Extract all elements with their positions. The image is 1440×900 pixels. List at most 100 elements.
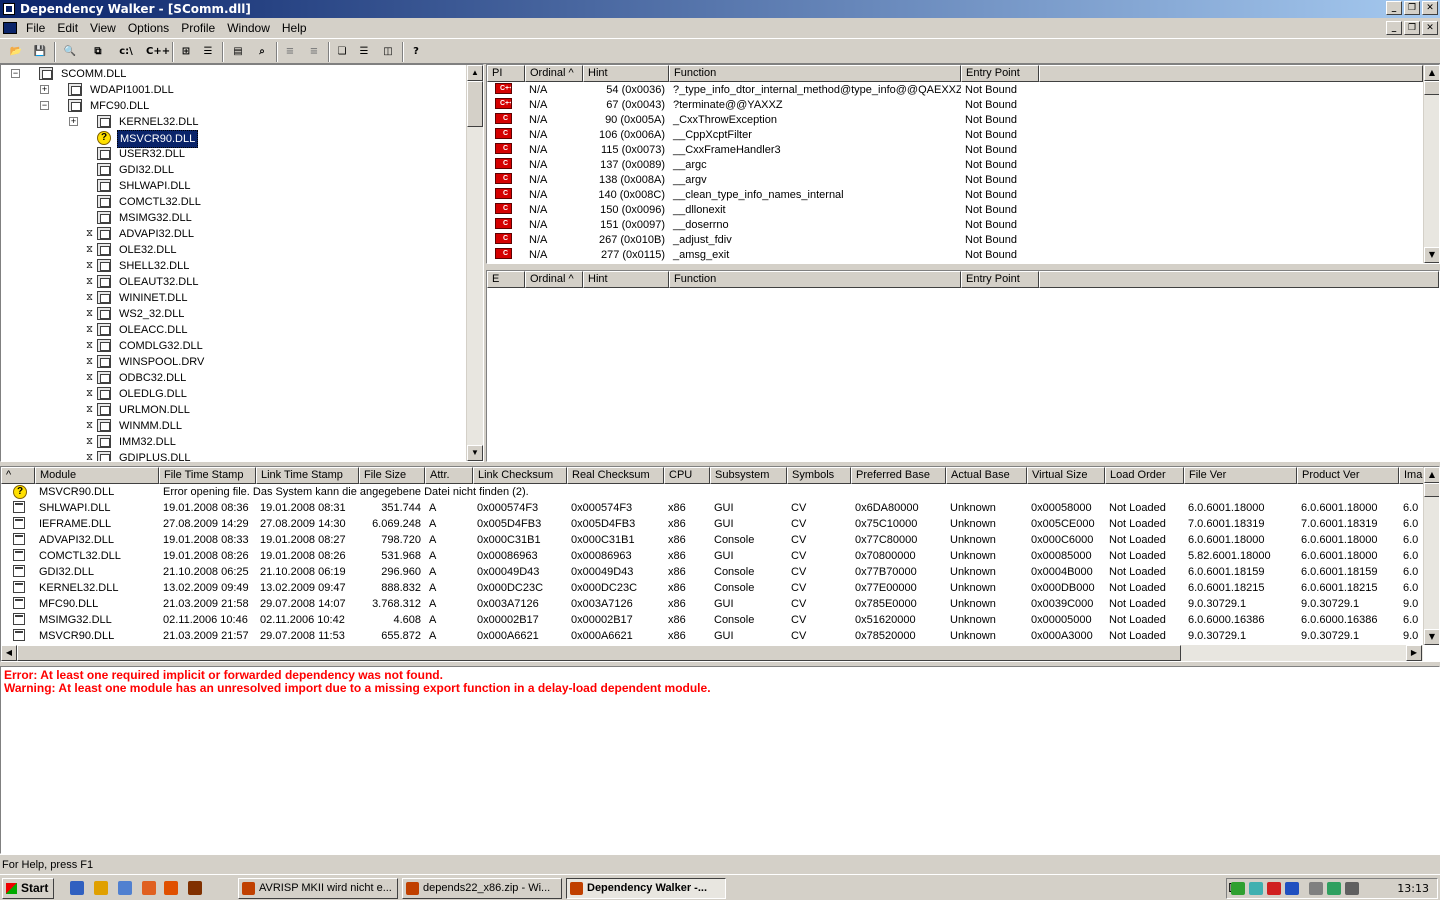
prev-icon[interactable]: ≡	[280, 42, 300, 62]
tree-node-label[interactable]: SHELL32.DLL	[117, 258, 191, 274]
import-row[interactable]: C++ N/A 67 (0x0043) ?terminate@@YAXXZ Not Bo…	[487, 98, 1423, 113]
module-col-header[interactable]: Actual Base	[946, 467, 1027, 484]
quicklaunch-app-icon[interactable]	[142, 881, 156, 895]
module-row[interactable]: ADVAPI32.DLL 19.01.2008 08:33 19.01.2008 0…	[1, 533, 1423, 548]
tree-node[interactable]: + KERNEL32.DLL	[1, 114, 461, 130]
module-col-header[interactable]: Product Ver	[1297, 467, 1399, 484]
scroll-up-icon[interactable]: ▲	[1424, 467, 1439, 483]
tray-wifi-icon[interactable]	[1285, 882, 1299, 895]
tree-node[interactable]: ⧖ ADVAPI32.DLL	[1, 226, 461, 242]
tree-node-label[interactable]: GDI32.DLL	[117, 162, 176, 178]
scroll-up-icon[interactable]: ▲	[467, 65, 483, 81]
tree-node[interactable]: + WDAPI1001.DLL	[1, 82, 461, 98]
col-entry-point[interactable]: Entry Point	[961, 271, 1039, 288]
tray-safely-remove-icon[interactable]	[1327, 882, 1341, 895]
module-col-header[interactable]: ^	[1, 467, 35, 484]
tree-node-label[interactable]: OLE32.DLL	[117, 242, 178, 258]
col-function[interactable]: Function	[669, 271, 961, 288]
tree-node[interactable]: ⧖ IMM32.DLL	[1, 434, 461, 450]
log-pane[interactable]: Error: At least one required implicit or…	[0, 666, 1440, 854]
module-list-hscrollbar[interactable]: ◀ ▶	[1, 645, 1423, 661]
import-row[interactable]: C N/A 137 (0x0089) __argc Not Bound	[487, 158, 1423, 173]
tree-node-label[interactable]: OLEDLG.DLL	[117, 386, 189, 402]
import-row[interactable]: C N/A 151 (0x0097) __doserrno Not Bound	[487, 218, 1423, 233]
menu-profile[interactable]: Profile	[175, 18, 221, 38]
module-row[interactable]: COMCTL32.DLL 19.01.2008 08:26 19.01.2008 0…	[1, 549, 1423, 564]
import-row[interactable]: C++ N/A 54 (0x0036) ?_type_info_dtor_intern…	[487, 83, 1423, 98]
import-row[interactable]: C N/A 115 (0x0073) __CxxFrameHandler3 Not Bo…	[487, 143, 1423, 158]
tree-node-label[interactable]: GDIPLUS.DLL	[117, 450, 193, 461]
module-list[interactable]: ^ Module File Time Stamp Link Time Stamp Fil…	[0, 466, 1440, 662]
itunes-icon[interactable]	[118, 881, 132, 895]
view-module-icon[interactable]: ▤	[228, 42, 248, 62]
module-col-header[interactable]: Virtual Size	[1027, 467, 1105, 484]
open-icon[interactable]: 📂	[6, 42, 26, 62]
col-ordinal[interactable]: Ordinal ^	[525, 271, 583, 288]
cascade-icon[interactable]: ❏	[332, 42, 352, 62]
collapse-icon[interactable]: −	[11, 69, 20, 78]
find-icon[interactable]: 🔍	[60, 42, 80, 62]
module-col-header[interactable]: Attr.	[425, 467, 473, 484]
import-row[interactable]: C N/A 140 (0x008C) __clean_type_info_names_…	[487, 188, 1423, 203]
module-tree[interactable]: − SCOMM.DLL + WDAPI1001.DLL − MFC90.DLL + KERNE…	[0, 64, 484, 462]
tree-node[interactable]: ⧖ WS2_32.DLL	[1, 306, 461, 322]
tree-node[interactable]: ⧖ OLE32.DLL	[1, 242, 461, 258]
copy-icon[interactable]: ⧉	[88, 42, 108, 62]
help-icon[interactable]: ?	[406, 42, 426, 62]
tree-node-label[interactable]: KERNEL32.DLL	[117, 114, 201, 130]
module-col-header[interactable]: Link Checksum	[473, 467, 567, 484]
tree-node-label[interactable]: WINMM.DLL	[117, 418, 184, 434]
module-row-error[interactable]: ? MSVCR90.DLL Error opening file. Das Syst…	[1, 485, 1423, 500]
import-row[interactable]: C N/A 90 (0x005A) _CxxThrowException Not Bou…	[487, 113, 1423, 128]
task-dependency-walker[interactable]: Dependency Walker -...	[566, 878, 726, 899]
module-col-header[interactable]: Subsystem	[710, 467, 787, 484]
import-row[interactable]: C N/A 267 (0x010B) _adjust_fdiv Not Bound	[487, 233, 1423, 248]
module-row[interactable]: MSIMG32.DLL 02.11.2006 10:46 02.11.2006 10…	[1, 613, 1423, 628]
scroll-down-icon[interactable]: ▼	[467, 445, 483, 461]
module-col-header[interactable]: File Time Stamp	[159, 467, 256, 484]
tree-node-label[interactable]: WS2_32.DLL	[117, 306, 186, 322]
module-row[interactable]: GDI32.DLL 21.10.2008 06:25 21.10.2008 06:1…	[1, 565, 1423, 580]
tray-network-icon[interactable]	[1249, 882, 1263, 895]
scroll-right-icon[interactable]: ▶	[1406, 645, 1422, 661]
start-button[interactable]: Start	[2, 878, 54, 899]
tree-node[interactable]: SHLWAPI.DLL	[1, 178, 461, 194]
tree-node-label[interactable]: SCOMM.DLL	[59, 66, 128, 82]
tree-node-label[interactable]: MFC90.DLL	[88, 98, 151, 114]
tree-node-label[interactable]: USER32.DLL	[117, 146, 187, 162]
tree-node-label[interactable]: COMCTL32.DLL	[117, 194, 203, 210]
tray-device-icon[interactable]	[1309, 882, 1323, 895]
col-function[interactable]: Function	[669, 65, 961, 82]
tree-node[interactable]: − SCOMM.DLL	[1, 66, 461, 82]
properties-icon[interactable]: ☰	[198, 42, 218, 62]
hscroll-thumb[interactable]	[17, 645, 1181, 661]
col-hint[interactable]: Hint	[583, 65, 669, 82]
child-minimize-button[interactable]: _	[1386, 21, 1402, 35]
tile-vertical-icon[interactable]: ◫	[378, 42, 398, 62]
module-col-header[interactable]: Real Checksum	[567, 467, 664, 484]
scroll-thumb[interactable]	[1424, 483, 1439, 497]
col-e[interactable]: E	[487, 271, 525, 288]
exports-pane[interactable]: E Ordinal ^ Hint Function Entry Point	[486, 270, 1440, 462]
tree-node-label[interactable]: MSIMG32.DLL	[117, 210, 194, 226]
tree-node[interactable]: ⧖ URLMON.DLL	[1, 402, 461, 418]
app-icon[interactable]	[3, 3, 15, 15]
module-list-scrollbar[interactable]: ▲ ▼	[1423, 467, 1439, 645]
minimize-button[interactable]: _	[1386, 1, 1402, 15]
expand-icon[interactable]: +	[40, 85, 49, 94]
tree-node[interactable]: ? MSVCR90.DLL	[1, 130, 461, 148]
module-row[interactable]: SHLWAPI.DLL 19.01.2008 08:36 19.01.2008 08…	[1, 501, 1423, 516]
tree-node-label[interactable]: ADVAPI32.DLL	[117, 226, 196, 242]
imports-pane[interactable]: PI Ordinal ^ Hint Function Entry Point C…	[486, 64, 1440, 264]
task-firefox[interactable]: AVRISP MKII wird nicht e...	[238, 878, 398, 899]
tree-node-label[interactable]: OLEAUT32.DLL	[117, 274, 200, 290]
module-col-header[interactable]: Symbols	[787, 467, 851, 484]
module-col-header[interactable]: Link Time Stamp	[256, 467, 359, 484]
module-col-header[interactable]: CPU	[664, 467, 710, 484]
collapse-icon[interactable]: −	[40, 101, 49, 110]
module-row[interactable]: KERNEL32.DLL 13.02.2009 09:49 13.02.2009 0…	[1, 581, 1423, 596]
tree-node[interactable]: MSIMG32.DLL	[1, 210, 461, 226]
menu-edit[interactable]: Edit	[51, 18, 84, 38]
col-pi[interactable]: PI	[487, 65, 525, 82]
module-col-header[interactable]: Preferred Base	[851, 467, 946, 484]
